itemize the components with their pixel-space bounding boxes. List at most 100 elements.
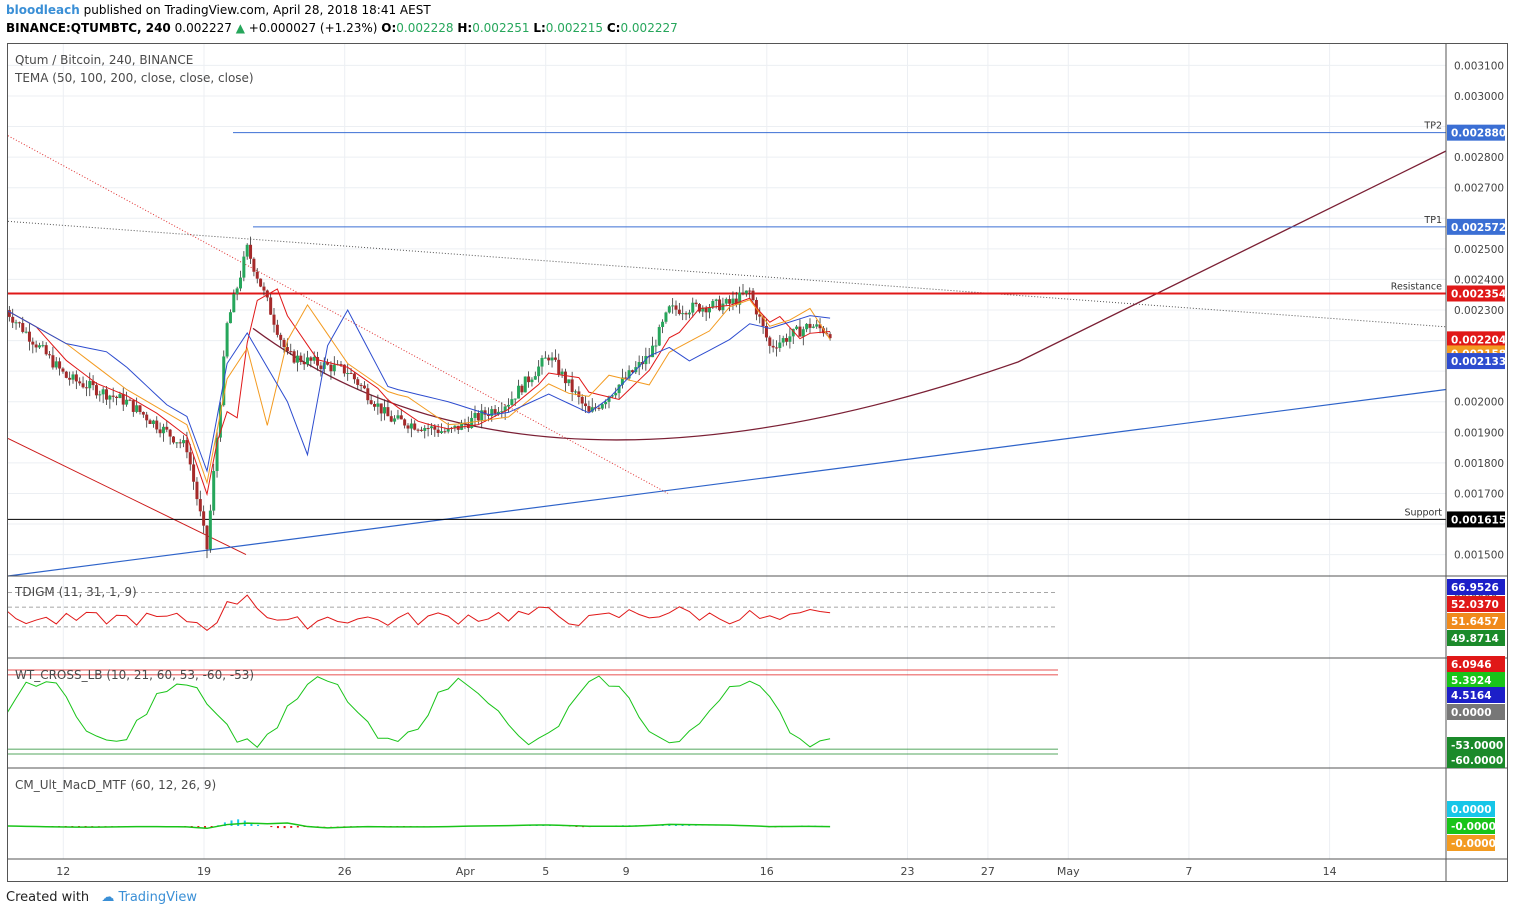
candle-body (225, 323, 229, 357)
macd-line (5, 822, 831, 830)
candle-body (272, 314, 276, 325)
time-tick-label: 12 (56, 865, 70, 878)
price-axis[interactable]: 0.003100 0.003000 0.002800 0.002700 0.002500… (1445, 44, 1506, 881)
candle-body (81, 383, 85, 388)
candle-body (295, 355, 299, 363)
level-price-tag: 0.001615 (1451, 514, 1506, 526)
candle-body (386, 407, 390, 417)
candle-body (778, 342, 782, 349)
drawings-layer: TP2 TP1 Resistance Support (7, 121, 1447, 577)
candle-body (557, 359, 561, 375)
candle-body (553, 357, 557, 360)
candle-body (249, 244, 253, 259)
candle-body (775, 347, 778, 349)
candle-body (172, 436, 175, 443)
time-tick-label: 27 (981, 865, 995, 878)
candle-body (721, 303, 725, 311)
time-tick-label: 16 (760, 865, 774, 878)
candle-body (547, 357, 551, 361)
candle-body (309, 357, 313, 361)
candle-body (24, 331, 28, 333)
author-link[interactable]: bloodleach (6, 3, 80, 17)
candle-body (212, 471, 216, 511)
wt-cross-pane-title: WT_CROSS_LB (10, 21, 60, 53, -60, -53) (15, 668, 255, 682)
candle-body (788, 336, 792, 342)
wt-value-tag: 0.0000 (1451, 707, 1492, 719)
candle-body (312, 357, 316, 361)
candle-body (105, 389, 108, 400)
candle-body (708, 307, 711, 313)
time-tick-label: 26 (338, 865, 352, 878)
price-tick-label: 0.001500 (1454, 550, 1504, 562)
time-tick-label: 19 (197, 865, 211, 878)
level-price-tag: 0.002354 (1451, 288, 1506, 300)
candle-body (517, 385, 521, 399)
candle-body (306, 357, 309, 365)
candle-body (406, 425, 410, 429)
open-label: O: (381, 21, 397, 35)
chart-svg[interactable]: TP2 TP1 Resistance Support 0.003100 0.003000… (4, 44, 1507, 881)
candle-body (208, 510, 212, 550)
tema-200-line (5, 308, 831, 473)
price-tick-label: 0.003100 (1454, 60, 1504, 72)
candle-body (175, 442, 179, 444)
price-tick-label: 0.003000 (1454, 91, 1504, 103)
candle-body (161, 426, 165, 434)
candle-body (507, 404, 510, 407)
indicator-panes (5, 575, 1507, 860)
candle-body (202, 511, 206, 526)
candle-body (537, 366, 541, 377)
candle-body (282, 339, 286, 348)
candle-body (14, 322, 18, 324)
level-label-resistance: Resistance (1391, 281, 1442, 292)
candle-body (674, 305, 678, 310)
candle-body (64, 371, 68, 378)
candle-body (664, 312, 668, 322)
candle-body (158, 429, 162, 434)
candle-body (195, 481, 199, 500)
candle-body (473, 413, 477, 418)
candle-body (416, 429, 420, 431)
candle-body (54, 361, 58, 368)
main-pane-title: Qtum / Bitcoin, 240, BINANCE (15, 53, 194, 67)
candle-body (98, 394, 102, 396)
level-label-support: Support (1404, 507, 1442, 518)
rounding-bottom-arc (252, 150, 1447, 441)
time-axis[interactable]: 12 19 26 Apr 5 9 16 23 27 May 7 14 (56, 865, 1336, 878)
candle-body (255, 271, 259, 279)
level-price-tag: 0.002572 (1451, 222, 1506, 234)
candle-body (731, 298, 735, 304)
open-value: 0.002228 (396, 21, 454, 35)
candle-body (550, 357, 554, 361)
candle-body (714, 299, 718, 302)
candle-body (815, 324, 819, 327)
candle-body (577, 391, 581, 397)
candle-body (513, 398, 517, 400)
chart-container[interactable]: TP2 TP1 Resistance Support 0.003100 0.003000… (4, 43, 1508, 882)
candle-body (570, 379, 574, 393)
falling-trendline-red-dotted (7, 135, 669, 494)
candle-body (346, 373, 350, 375)
candle-body (785, 338, 789, 342)
candle-body (393, 418, 397, 422)
candle-body (744, 290, 748, 294)
candle-body (125, 399, 129, 405)
candle-body (121, 394, 125, 405)
candle-body (383, 407, 387, 414)
high-label: H: (457, 21, 473, 35)
candle-body (379, 403, 383, 414)
candle-body (396, 415, 400, 419)
candle-body (21, 323, 25, 332)
candle-body (443, 431, 447, 433)
tradingview-link[interactable]: TradingView (118, 890, 197, 905)
candle-body (798, 326, 802, 337)
candle-body (245, 244, 249, 257)
wt-value-tag: 5.3924 (1451, 675, 1492, 687)
candle-body (470, 417, 474, 429)
candle-body (436, 429, 440, 433)
candle-body (135, 405, 139, 412)
tdigm-value-tag: 49.8714 (1451, 633, 1499, 645)
candle-body (78, 381, 82, 384)
candle-body (661, 321, 665, 328)
level-label-tp1: TP1 (1423, 215, 1442, 226)
